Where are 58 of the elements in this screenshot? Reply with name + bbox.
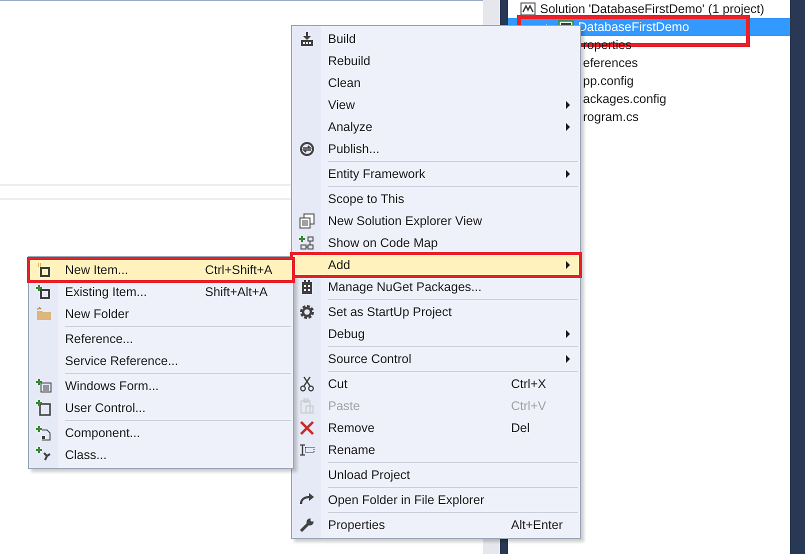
- menu-item[interactable]: Service Reference...: [29, 350, 293, 372]
- scissors-icon: [298, 376, 314, 392]
- tree-item[interactable]: ackages.config: [583, 92, 666, 106]
- menu-item[interactable]: View: [292, 94, 580, 116]
- menu-item[interactable]: Properties Alt+Enter: [292, 514, 580, 536]
- menu-item[interactable]: New Folder: [29, 303, 293, 325]
- menu-item[interactable]: New Solution Explorer View: [292, 210, 580, 232]
- menu-item[interactable]: Component...: [29, 422, 293, 444]
- form-icon: [36, 378, 52, 394]
- menu-item[interactable]: Scope to This: [292, 188, 580, 210]
- rename-icon: [298, 442, 314, 458]
- menu-item[interactable]: Open Folder in File Explorer: [292, 489, 580, 511]
- menu-item[interactable]: User Control...: [29, 397, 293, 419]
- folder-icon: [36, 306, 52, 322]
- menu-item[interactable]: Windows Form...: [29, 375, 293, 397]
- tree-item[interactable]: Solution 'DatabaseFirstDemo' (1 project): [540, 2, 764, 16]
- tree-item[interactable]: eferences: [583, 56, 638, 70]
- menu-item[interactable]: Remove Del: [292, 417, 580, 439]
- class-icon: [36, 447, 52, 463]
- globe-icon: [298, 141, 314, 157]
- menu-item[interactable]: Entity Framework: [292, 163, 580, 185]
- menu-item[interactable]: Clean: [292, 72, 580, 94]
- shortcut-text: Shift+Alt+A: [205, 285, 268, 299]
- menu-item[interactable]: Build: [292, 28, 580, 50]
- clipboard-icon: [298, 398, 314, 414]
- component-icon: [36, 425, 52, 441]
- menu-item[interactable]: Reference...: [29, 328, 293, 350]
- user-control-icon: [36, 400, 52, 416]
- shortcut-text: Del: [511, 421, 530, 435]
- menu-item[interactable]: Manage NuGet Packages...: [292, 276, 580, 298]
- menu-item[interactable]: Debug: [292, 323, 580, 345]
- menu-item[interactable]: Source Control: [292, 348, 580, 370]
- menu-item[interactable]: Unload Project: [292, 464, 580, 486]
- tree-item[interactable]: rogram.cs: [583, 110, 639, 124]
- menu-item[interactable]: Show on Code Map: [292, 232, 580, 254]
- shortcut-text: Ctrl+Shift+A: [205, 263, 272, 277]
- menu-item[interactable]: Rebuild: [292, 50, 580, 72]
- wrench-icon: [298, 517, 314, 533]
- close-icon: [298, 420, 314, 436]
- menu-item[interactable]: Rename: [292, 439, 580, 461]
- gear-icon: [298, 304, 314, 320]
- menu-item[interactable]: New Item... Ctrl+Shift+A: [29, 259, 293, 281]
- shortcut-text: Alt+Enter: [511, 518, 563, 532]
- menu-item[interactable]: Publish...: [292, 138, 580, 160]
- menu-item[interactable]: Cut Ctrl+X: [292, 373, 580, 395]
- diagram-icon: [298, 235, 314, 251]
- menu-item[interactable]: Add: [292, 254, 580, 276]
- add-item-icon: [36, 284, 52, 300]
- shortcut-text: Ctrl+X: [511, 377, 546, 391]
- menu-item[interactable]: Existing Item... Shift+Alt+A: [29, 281, 293, 303]
- new-item-icon: [36, 262, 52, 278]
- shortcut-text: Ctrl+V: [511, 399, 546, 413]
- menu-item[interactable]: Class...: [29, 444, 293, 466]
- window-icon: [298, 213, 314, 229]
- menu-item[interactable]: Set as StartUp Project: [292, 301, 580, 323]
- build-icon: [298, 31, 314, 47]
- menu-item[interactable]: Analyze: [292, 116, 580, 138]
- tree-item[interactable]: pp.config: [583, 74, 634, 88]
